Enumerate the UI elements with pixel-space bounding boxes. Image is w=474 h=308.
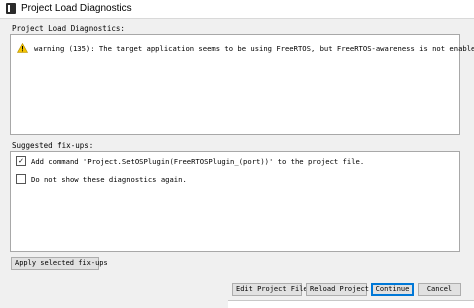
- continue-button[interactable]: Continue: [371, 283, 414, 296]
- cancel-button[interactable]: Cancel: [418, 283, 461, 296]
- window-title: Project Load Diagnostics: [21, 3, 132, 14]
- edit-project-file-button[interactable]: Edit Project File: [232, 283, 308, 296]
- fixups-label: Suggested fix-ups:: [12, 141, 94, 150]
- fixup-item-do-not-show[interactable]: Do not show these diagnostics again.: [16, 174, 187, 184]
- title-bar[interactable]: Project Load Diagnostics: [0, 0, 474, 19]
- fixup-item-add-command[interactable]: ✓ Add command 'Project.SetOSPlugin(FreeR…: [16, 156, 364, 166]
- warning-icon: [17, 43, 28, 53]
- diagnostics-panel[interactable]: warning (135): The target application se…: [10, 34, 474, 135]
- fixup-add-command-checkbox[interactable]: ✓: [16, 156, 26, 166]
- warning-row: warning (135): The target application se…: [17, 43, 474, 53]
- diagnostics-label: Project Load Diagnostics:: [12, 24, 125, 33]
- app-icon: [6, 3, 16, 14]
- fixup-add-command-label: Add command 'Project.SetOSPlugin(FreeRTO…: [31, 156, 365, 166]
- fixups-panel[interactable]: ✓ Add command 'Project.SetOSPlugin(FreeR…: [10, 151, 460, 252]
- reload-project-button[interactable]: Reload Project: [306, 283, 369, 296]
- warning-message: warning (135): The target application se…: [34, 43, 474, 53]
- fixup-do-not-show-label: Do not show these diagnostics again.: [31, 174, 187, 184]
- apply-fixups-button[interactable]: Apply selected fix-ups: [11, 257, 108, 270]
- fixup-do-not-show-checkbox[interactable]: [16, 174, 26, 184]
